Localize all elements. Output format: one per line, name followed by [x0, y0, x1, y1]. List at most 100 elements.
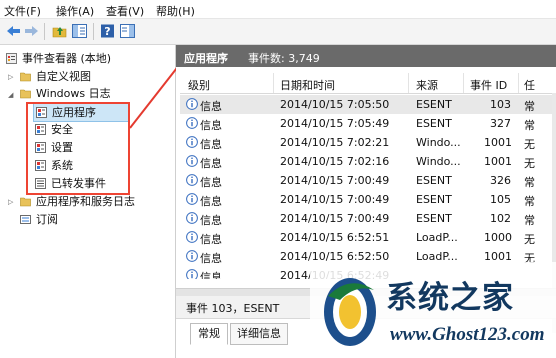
cell-level: 信息 [200, 100, 222, 113]
tree-label: 订阅 [36, 213, 58, 226]
cell-source: ESENT [416, 193, 452, 206]
column-datetime[interactable]: 日期和时间 [280, 77, 335, 93]
folder-icon [20, 72, 31, 82]
column-source[interactable]: 来源 [416, 77, 438, 93]
cell-source: ESENT [416, 117, 452, 130]
info-icon [186, 231, 198, 243]
toolbar-divider [44, 23, 45, 40]
table-row[interactable]: 信息 2014/10/15 6:52:51 LoadP... 1000 无 [180, 228, 552, 247]
navigation-tree: 事件查看器 (本地) ▷ 自定义视图 ◢ Windows 日志 应用程序 安全 [0, 45, 176, 358]
help-icon[interactable]: ? [100, 24, 115, 38]
cell-event-id: 1000 [484, 231, 512, 244]
back-arrow-icon[interactable] [6, 24, 21, 38]
column-level[interactable]: 级别 [188, 77, 210, 93]
cell-task: 常 [524, 195, 535, 208]
tab-details[interactable]: 详细信息 [230, 323, 288, 345]
show-hide-tree-icon[interactable] [72, 24, 87, 38]
cell-datetime: 2014/10/15 7:05:50 [280, 98, 390, 111]
cell-source: LoadP... [416, 231, 458, 244]
info-icon [186, 98, 198, 110]
folder-up-icon[interactable] [52, 24, 67, 38]
toolbar-divider [93, 23, 94, 40]
cell-source: Windo... [416, 136, 461, 149]
cell-source: ESENT [416, 98, 452, 111]
event-count: 事件数: 3,749 [248, 52, 320, 65]
cell-level: 信息 [200, 233, 222, 246]
cell-datetime: 2014/10/15 7:00:49 [280, 212, 390, 225]
cell-event-id: 105 [490, 193, 511, 206]
cell-task: 常 [524, 214, 535, 227]
cell-level: 信息 [200, 252, 222, 265]
menu-file[interactable]: 文件(F) [4, 3, 41, 19]
table-row[interactable]: 信息 2014/10/15 7:02:21 Windo... 1001 无 [180, 133, 552, 152]
cell-source: Windo... [416, 155, 461, 168]
brand-name: 系统之家 [386, 280, 514, 316]
menu-help[interactable]: 帮助(H) [156, 3, 195, 19]
column-header: 级别 日期和时间 来源 事件 ID 任 [180, 73, 556, 94]
watermark: 系统之家 www.Ghost123.com [310, 262, 556, 358]
cell-source: ESENT [416, 174, 452, 187]
event-viewer-icon [6, 53, 17, 64]
cell-level: 信息 [200, 138, 222, 151]
cell-source: ESENT [416, 212, 452, 225]
table-row[interactable]: 信息 2014/10/15 7:02:16 Windo... 1001 无 [180, 152, 552, 171]
info-icon [186, 193, 198, 205]
menu-bar: 文件(F) 操作(A) 查看(V) 帮助(H) [0, 0, 556, 19]
cell-event-id: 1001 [484, 155, 512, 168]
cell-event-id: 103 [490, 98, 511, 111]
info-icon [186, 174, 198, 186]
cell-datetime: 2014/10/15 6:52:51 [280, 231, 390, 244]
subscriptions-icon [20, 215, 31, 224]
cell-task: 无 [524, 157, 535, 170]
cell-datetime: 2014/10/15 7:00:49 [280, 174, 390, 187]
info-icon [186, 269, 198, 279]
highlight-box [26, 102, 130, 195]
collapse-arrow-icon[interactable]: ◢ [8, 91, 13, 99]
toolbar: ? [0, 19, 556, 45]
tree-label: 事件查看器 (本地) [22, 52, 112, 65]
tree-label: 自定义视图 [36, 70, 91, 83]
cell-level: 信息 [200, 195, 222, 208]
info-icon [186, 117, 198, 129]
info-icon [186, 155, 198, 167]
show-action-pane-icon[interactable] [120, 24, 135, 38]
brand-logo-icon [324, 278, 376, 346]
cell-level: 信息 [200, 214, 222, 227]
info-icon [186, 212, 198, 224]
cell-event-id: 1001 [484, 136, 512, 149]
cell-datetime: 2014/10/15 7:05:49 [280, 117, 390, 130]
table-row[interactable]: 信息 2014/10/15 7:05:50 ESENT 103 常 [180, 95, 552, 114]
cell-level: 信息 [200, 176, 222, 189]
cell-event-id: 102 [490, 212, 511, 225]
tree-label: Windows 日志 [36, 87, 111, 100]
table-row[interactable]: 信息 2014/10/15 7:05:49 ESENT 327 常 [180, 114, 552, 133]
folder-open-icon [20, 89, 31, 99]
menu-action[interactable]: 操作(A) [56, 3, 94, 19]
cell-level: 信息 [200, 157, 222, 170]
column-task[interactable]: 任 [524, 77, 535, 93]
folder-icon [20, 197, 31, 207]
cell-datetime: 2014/10/15 7:02:16 [280, 155, 390, 168]
column-event-id[interactable]: 事件 ID [470, 77, 507, 93]
cell-task: 无 [524, 138, 535, 151]
tab-general[interactable]: 常规 [190, 323, 228, 345]
cell-event-id: 326 [490, 174, 511, 187]
expand-arrow-icon[interactable]: ▷ [8, 198, 13, 206]
cell-event-id: 327 [490, 117, 511, 130]
cell-task: 无 [524, 233, 535, 246]
info-icon [186, 250, 198, 262]
expand-arrow-icon[interactable]: ▷ [8, 73, 13, 81]
table-row[interactable]: 信息 2014/10/15 7:00:49 ESENT 326 常 [180, 171, 552, 190]
menu-view[interactable]: 查看(V) [106, 3, 144, 19]
event-detail-title: 事件 103，ESENT [186, 302, 280, 315]
forward-arrow-icon[interactable] [24, 24, 39, 38]
table-row[interactable]: 信息 2014/10/15 7:00:49 ESENT 102 常 [180, 209, 552, 228]
tree-label: 应用程序和服务日志 [36, 195, 135, 208]
table-row[interactable]: 信息 2014/10/15 7:00:49 ESENT 105 常 [180, 190, 552, 209]
cell-datetime: 2014/10/15 7:02:21 [280, 136, 390, 149]
cell-task: 常 [524, 119, 535, 132]
svg-text:?: ? [104, 25, 110, 38]
pane-header: 应用程序 事件数: 3,749 [176, 45, 556, 67]
brand-url: www.Ghost123.com [390, 324, 545, 345]
cell-task: 常 [524, 176, 535, 189]
